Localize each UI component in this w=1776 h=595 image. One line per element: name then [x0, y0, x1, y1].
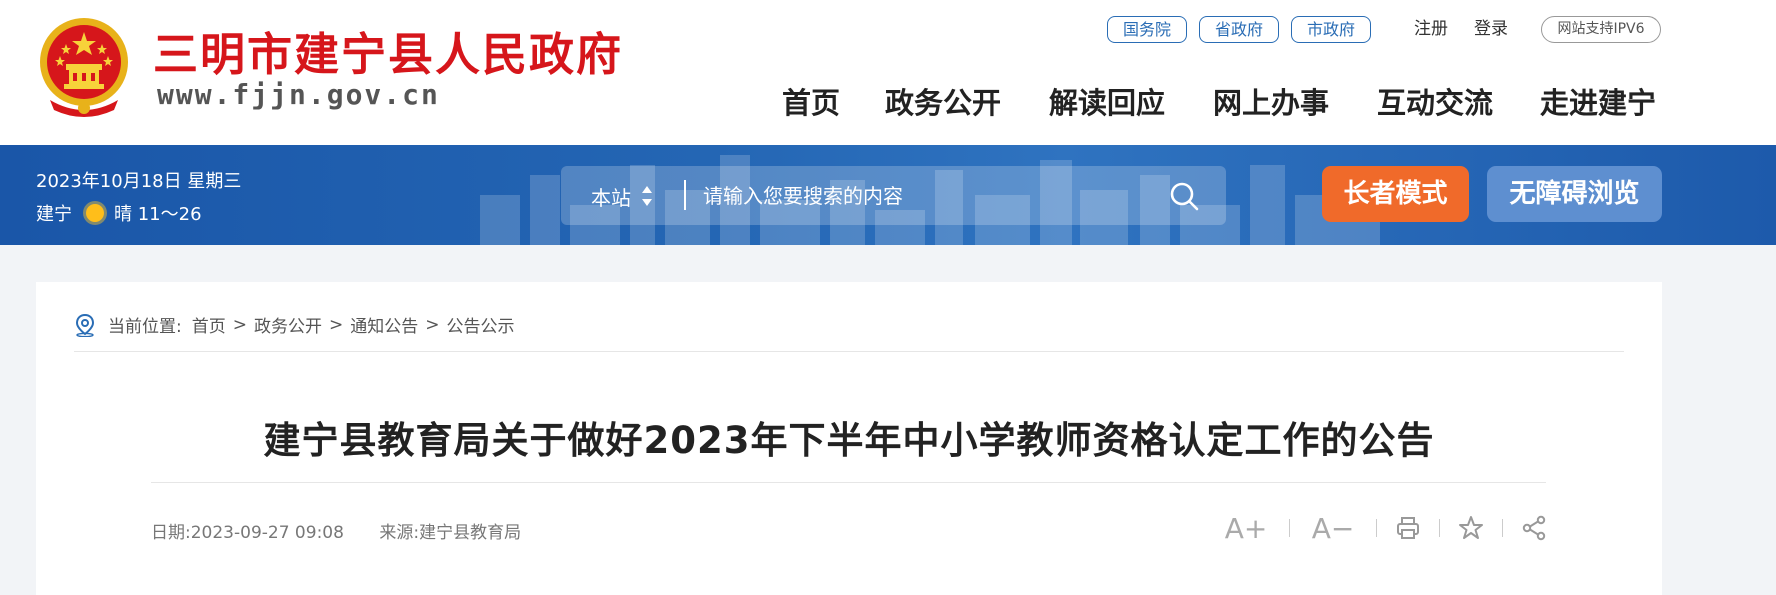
sunny-icon — [86, 204, 104, 222]
site-title[interactable]: 三明市建宁县人民政府 — [153, 18, 623, 83]
breadcrumb-government-affairs[interactable]: 政务公开 — [254, 312, 322, 337]
breadcrumb-separator: > — [425, 314, 440, 335]
national-emblem-icon — [40, 18, 128, 117]
link-provincial-gov[interactable]: 省政府 — [1199, 16, 1279, 43]
breadcrumb-divider — [74, 351, 1624, 352]
nav-government-affairs[interactable]: 政务公开 — [885, 80, 1001, 122]
search-scope-select[interactable]: 本站 — [591, 182, 631, 211]
breadcrumb-separator: > — [232, 314, 247, 335]
search-icon[interactable] — [1168, 180, 1200, 212]
search-bar: 本站 — [561, 166, 1226, 225]
register-link[interactable]: 注册 — [1414, 18, 1448, 40]
accessible-browsing-button[interactable]: 无障碍浏览 — [1487, 166, 1662, 222]
share-icon[interactable] — [1521, 515, 1547, 541]
nav-about-jianning[interactable]: 走进建宁 — [1540, 80, 1656, 122]
font-increase-button[interactable]: A+ — [1221, 512, 1271, 545]
weather-text: 晴 11～26 — [114, 204, 202, 225]
tool-separator — [1289, 519, 1290, 537]
link-city-gov[interactable]: 市政府 — [1291, 16, 1371, 43]
weather-city: 建宁 — [36, 204, 72, 225]
breadcrumb-home[interactable]: 首页 — [192, 312, 226, 337]
tool-separator — [1439, 519, 1440, 537]
print-icon[interactable] — [1395, 515, 1421, 541]
nav-online-service[interactable]: 网上办事 — [1213, 80, 1329, 122]
title-divider — [151, 482, 1546, 483]
breadcrumb-notices[interactable]: 通知公告 — [350, 312, 418, 337]
current-date: 2023年10月18日 星期三 — [36, 171, 242, 192]
banner-bar: 2023年10月18日 星期三 建宁 晴 11～26 本站 长者模式 无障碍浏览 — [0, 145, 1776, 245]
tool-separator — [1376, 519, 1377, 537]
nav-interpretation[interactable]: 解读回应 — [1049, 80, 1165, 122]
elder-mode-button[interactable]: 长者模式 — [1322, 166, 1469, 222]
link-state-council[interactable]: 国务院 — [1107, 16, 1187, 43]
location-pin-icon — [75, 313, 95, 337]
article-source: 来源:建宁县教育局 — [379, 523, 521, 543]
article-card: 当前位置: 首页 > 政务公开 > 通知公告 > 公告公示 建宁县教育局关于做好… — [36, 282, 1662, 595]
site-header: 三明市建宁县人民政府 www.fjjn.gov.cn 国务院 省政府 市政府 注… — [0, 0, 1776, 145]
tool-separator — [1502, 519, 1503, 537]
article-tools: A+ A− — [1221, 510, 1547, 546]
site-url: www.fjjn.gov.cn — [157, 78, 440, 111]
article-title: 建宁县教育局关于做好2023年下半年中小学教师资格认定工作的公告 — [263, 419, 1435, 462]
weather-info: 建宁 晴 11～26 — [36, 200, 202, 226]
breadcrumb-announcements[interactable]: 公告公示 — [446, 312, 514, 337]
publish-date: 日期:2023-09-27 09:08 — [151, 523, 344, 543]
nav-interaction[interactable]: 互动交流 — [1377, 80, 1493, 122]
search-divider — [684, 180, 686, 210]
login-link[interactable]: 登录 — [1474, 18, 1508, 40]
source-value: 建宁县教育局 — [419, 523, 522, 543]
date-value: 2023-09-27 09:08 — [190, 523, 344, 543]
search-input[interactable] — [703, 174, 1143, 218]
breadcrumb: 当前位置: 首页 > 政务公开 > 通知公告 > 公告公示 — [74, 312, 514, 337]
font-decrease-button[interactable]: A− — [1308, 512, 1358, 545]
star-icon[interactable] — [1458, 515, 1484, 541]
sort-updown-icon[interactable] — [641, 184, 653, 208]
article-meta: 日期:2023-09-27 09:08 来源:建宁县教育局 — [151, 518, 551, 543]
breadcrumb-label: 当前位置: — [108, 317, 182, 337]
date-label: 日期: — [151, 523, 191, 543]
source-label: 来源: — [379, 523, 420, 543]
nav-home[interactable]: 首页 — [782, 80, 840, 122]
breadcrumb-separator: > — [328, 314, 344, 335]
ipv6-badge[interactable]: 网站支持IPV6 — [1541, 16, 1661, 43]
